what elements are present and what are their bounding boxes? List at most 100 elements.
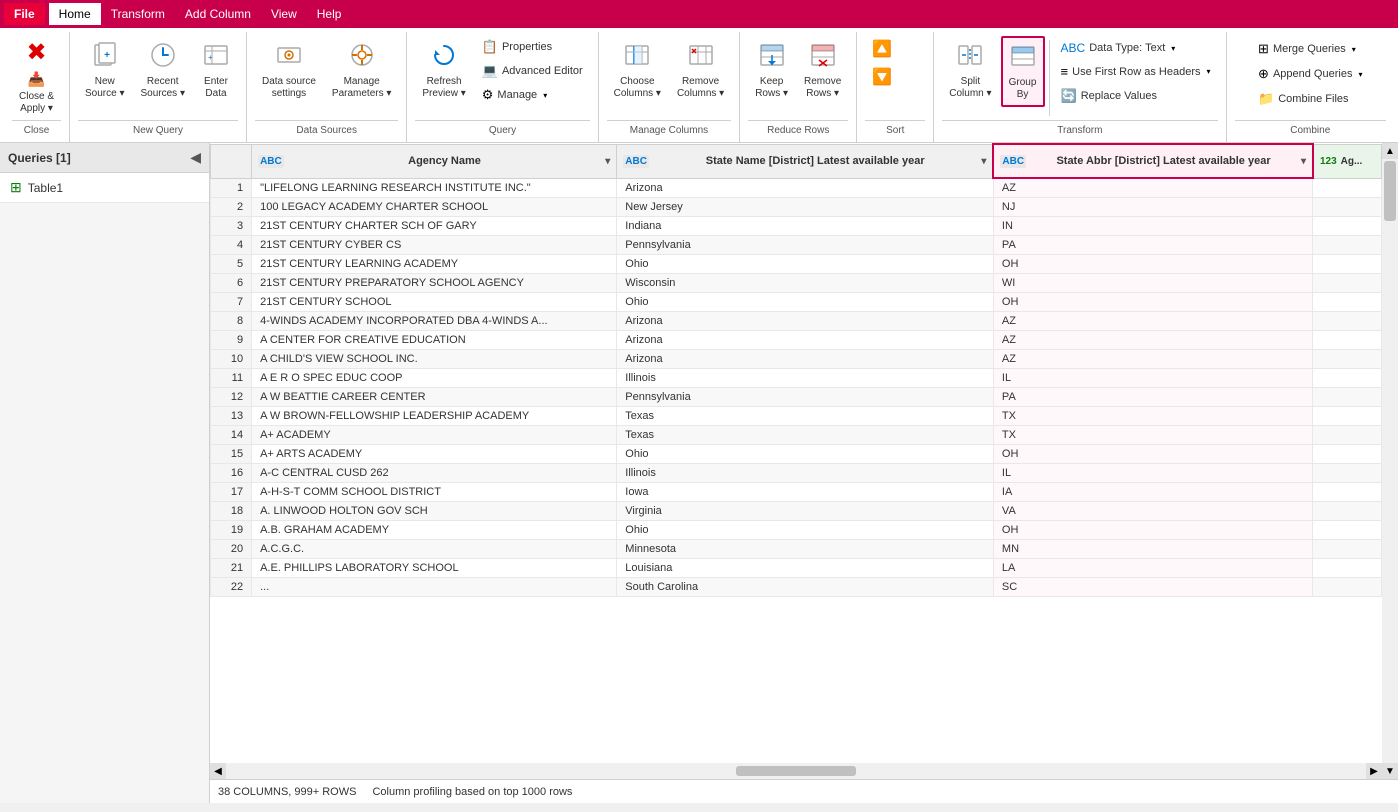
manage-parameters-button[interactable]: ManageParameters ▾ (325, 36, 398, 105)
agency-header[interactable]: ABC Agency Name ▾ (252, 144, 617, 178)
sort-desc-button[interactable]: 🔽 (865, 64, 925, 90)
state-header[interactable]: ABC State Name [District] Latest availab… (617, 144, 994, 178)
table-row[interactable]: 14A+ ACADEMYTexasTX (211, 426, 1382, 445)
agency-filter-icon[interactable]: ▾ (605, 156, 610, 167)
table-row[interactable]: 84-WINDS ACADEMY INCORPORATED DBA 4-WIND… (211, 312, 1382, 331)
table-row[interactable]: 9A CENTER FOR CREATIVE EDUCATIONArizonaA… (211, 331, 1382, 350)
data-cell: Illinois (617, 464, 994, 483)
vscroll-down-button[interactable]: ▼ (1382, 763, 1398, 779)
ribbon-group-combine: ⊞ Merge Queries ⊕ Append Queries 📁 Combi… (1227, 32, 1394, 142)
row-number-cell: 2 (211, 198, 252, 217)
data-cell: AZ (993, 350, 1313, 369)
table-row[interactable]: 19A.B. GRAHAM ACADEMYOhioOH (211, 521, 1382, 540)
sort-asc-button[interactable]: 🔼 (865, 36, 925, 62)
query-item-table1[interactable]: ⊞ Table1 (0, 173, 209, 203)
data-cell: SC (993, 578, 1313, 597)
table-row[interactable]: 21A.E. PHILLIPS LABORATORY SCHOOLLouisia… (211, 559, 1382, 578)
split-column-button[interactable]: SplitColumn ▾ (942, 36, 998, 105)
vscroll-thumb[interactable] (1384, 161, 1396, 221)
extra-data-cell (1313, 350, 1382, 369)
menu-view[interactable]: View (261, 3, 307, 25)
data-cell: 21ST CENTURY LEARNING ACADEMY (252, 255, 617, 274)
hscroll-thumb[interactable] (736, 766, 856, 776)
close-apply-button[interactable]: ✖📥 Close &Apply ▾ (12, 36, 61, 120)
managecolumns-group-label: Manage Columns (607, 120, 732, 138)
data-cell: 21ST CENTURY CHARTER SCH OF GARY (252, 217, 617, 236)
extra-col-header[interactable]: 123 Ag... (1313, 144, 1382, 178)
data-cell: Arizona (617, 331, 994, 350)
state-abbr-col-name: State Abbr [District] Latest available y… (1030, 155, 1297, 167)
append-queries-button[interactable]: ⊕ Append Queries (1251, 63, 1369, 85)
combine-files-button[interactable]: 📁 Combine Files (1251, 88, 1369, 110)
table-row[interactable]: 13A W BROWN-FELLOWSHIP LEADERSHIP ACADEM… (211, 407, 1382, 426)
use-first-row-button[interactable]: ≡ Use First Row as Headers (1054, 61, 1218, 82)
properties-button[interactable]: 📋 Properties (475, 36, 590, 58)
table-row[interactable]: 17A-H-S-T COMM SCHOOL DISTRICTIowaIA (211, 483, 1382, 502)
extra-data-cell (1313, 217, 1382, 236)
table-row[interactable]: 321ST CENTURY CHARTER SCH OF GARYIndiana… (211, 217, 1382, 236)
enter-data-button[interactable]: + EnterData (194, 36, 238, 105)
table-row[interactable]: 521ST CENTURY LEARNING ACADEMYOhioOH (211, 255, 1382, 274)
table-row[interactable]: 16A-C CENTRAL CUSD 262IllinoisIL (211, 464, 1382, 483)
choose-columns-button[interactable]: ChooseColumns ▾ (607, 36, 668, 105)
table-row[interactable]: 721ST CENTURY SCHOOLOhioOH (211, 293, 1382, 312)
vscroll-up-button[interactable]: ▲ (1382, 143, 1398, 159)
data-cell: VA (993, 502, 1313, 521)
remove-rows-button[interactable]: RemoveRows ▾ (797, 36, 848, 105)
data-cell: NJ (993, 198, 1313, 217)
data-cell: 21ST CENTURY SCHOOL (252, 293, 617, 312)
table-row[interactable]: 2100 LEGACY ACADEMY CHARTER SCHOOLNew Je… (211, 198, 1382, 217)
row-number-cell: 7 (211, 293, 252, 312)
merge-queries-button[interactable]: ⊞ Merge Queries (1251, 38, 1369, 60)
data-source-settings-button[interactable]: Data sourcesettings (255, 36, 323, 105)
queries-collapse-button[interactable]: ◀ (190, 149, 201, 166)
table-row[interactable]: 1"LIFELONG LEARNING RESEARCH INSTITUTE I… (211, 178, 1382, 198)
table-row[interactable]: 421ST CENTURY CYBER CSPennsylvaniaPA (211, 236, 1382, 255)
manage-button[interactable]: ⚙ Manage (475, 84, 590, 106)
new-source-button[interactable]: + NewSource ▾ (78, 36, 131, 105)
advanced-editor-button[interactable]: 💻 Advanced Editor (475, 60, 590, 82)
vscroll-container: ▲ ▼ (1382, 143, 1398, 779)
hscroll-right-button[interactable]: ▶ (1366, 763, 1382, 779)
refresh-preview-label: RefreshPreview ▾ (422, 76, 465, 100)
replace-values-button[interactable]: 🔄 Replace Values (1054, 85, 1218, 107)
table-row[interactable]: 22...South CarolinaSC (211, 578, 1382, 597)
keep-rows-button[interactable]: KeepRows ▾ (748, 36, 795, 105)
properties-label: Properties (502, 41, 552, 53)
data-type-button[interactable]: ABC Data Type: Text (1054, 38, 1218, 58)
menu-home[interactable]: Home (49, 3, 101, 25)
recent-sources-icon (149, 41, 177, 74)
refresh-preview-button[interactable]: RefreshPreview ▾ (415, 36, 472, 105)
state-abbr-filter-icon[interactable]: ▾ (1301, 156, 1306, 167)
table-row[interactable]: 10A CHILD'S VIEW SCHOOL INC.ArizonaAZ (211, 350, 1382, 369)
table-row[interactable]: 18A. LINWOOD HOLTON GOV SCHVirginiaVA (211, 502, 1382, 521)
state-filter-icon[interactable]: ▾ (981, 156, 986, 167)
recent-sources-button[interactable]: RecentSources ▾ (134, 36, 192, 105)
data-cell: Texas (617, 426, 994, 445)
hscroll-left-button[interactable]: ◀ (210, 763, 226, 779)
data-cell: A E R O SPEC EDUC COOP (252, 369, 617, 388)
query-name-table1: Table1 (28, 181, 63, 195)
menu-addcolumn[interactable]: Add Column (175, 3, 261, 25)
table-row[interactable]: 20A.C.G.C.MinnesotaMN (211, 540, 1382, 559)
file-menu[interactable]: File (4, 3, 45, 25)
table-row[interactable]: 11A E R O SPEC EDUC COOPIllinoisIL (211, 369, 1382, 388)
close-group-label: Close (12, 120, 61, 138)
state-abbr-header[interactable]: ABC State Abbr [District] Latest availab… (993, 144, 1313, 178)
remove-rows-icon (809, 41, 837, 74)
data-cell: OH (993, 521, 1313, 540)
data-cell: A-C CENTRAL CUSD 262 (252, 464, 617, 483)
table-row[interactable]: 621ST CENTURY PREPARATORY SCHOOL AGENCYW… (211, 274, 1382, 293)
agency-col-type: ABC (258, 155, 284, 168)
newquery-group-label: New Query (78, 120, 238, 138)
vscroll-track[interactable] (1382, 159, 1398, 763)
hscroll-track[interactable] (226, 763, 1366, 779)
data-table-container[interactable]: ABC Agency Name ▾ ABC State Name [Distri… (210, 143, 1382, 763)
menu-transform[interactable]: Transform (101, 3, 175, 25)
menu-help[interactable]: Help (307, 3, 352, 25)
group-by-button[interactable]: GroupBy (1001, 36, 1045, 107)
table-row[interactable]: 15A+ ARTS ACADEMYOhioOH (211, 445, 1382, 464)
remove-columns-button[interactable]: RemoveColumns ▾ (670, 36, 731, 105)
data-cell: A.C.G.C. (252, 540, 617, 559)
table-row[interactable]: 12A W BEATTIE CAREER CENTERPennsylvaniaP… (211, 388, 1382, 407)
